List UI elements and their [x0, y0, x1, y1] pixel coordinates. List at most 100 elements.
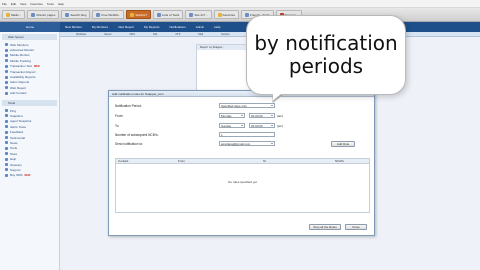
to-ampm: (pm) [277, 124, 284, 128]
callout-bubble: by notification periods [246, 15, 406, 95]
tool-icon [5, 136, 8, 140]
sidebar-item[interactable]: Buy SMS NEW [0, 173, 59, 178]
browser-tab[interactable]: Monitor pages [27, 10, 60, 19]
page-icon [6, 12, 10, 17]
subsequent-ncm-label: Number of subsequent NCM's: [115, 133, 159, 137]
page-icon [130, 12, 135, 17]
app-home-tab[interactable]: Home [0, 22, 60, 32]
notification-period-label: Notification Period: [115, 104, 142, 108]
empty-table-message: No rules specified yet [228, 180, 257, 184]
report-icon [5, 70, 8, 74]
to-day-select[interactable]: Sunday [219, 123, 245, 128]
add-rule-button[interactable]: Add Rule [331, 141, 355, 147]
menu-file[interactable]: File [2, 2, 7, 6]
column-header: NCM's [335, 159, 344, 163]
nav-my-reports[interactable]: My Reports [139, 25, 164, 29]
page-icon [189, 12, 194, 17]
new-badge: NEW [33, 64, 40, 68]
nav-help[interactable]: Help [209, 25, 225, 29]
subnav-item[interactable]: FTP [176, 33, 181, 36]
send-notification-select[interactable]: amaharaj@gmail.com [219, 141, 275, 146]
from-day-select[interactable]: Monday [219, 113, 245, 118]
subnav-item[interactable]: Custom [221, 33, 230, 36]
from-ampm: (am) [277, 114, 284, 118]
report-icon [5, 86, 8, 90]
page-icon [157, 12, 162, 17]
report-icon [5, 80, 8, 84]
browser-tab-strip: Mailin... Monitor pages Search blog Free… [0, 8, 480, 22]
report-icon [5, 75, 8, 79]
tool-icon [5, 152, 8, 156]
menu-edit[interactable]: Edit [11, 2, 16, 6]
tool-icon [5, 119, 8, 123]
stop-all-rules-button[interactable]: Stop all the Rules [309, 224, 341, 230]
page-icon [65, 12, 70, 17]
menu-view[interactable]: View [20, 2, 26, 6]
browser-tab[interactable]: Free WebMo.. [92, 10, 125, 19]
callout-line-2: periods [288, 54, 364, 78]
subnav-item[interactable]: Websites [76, 33, 86, 36]
rules-table: Contact From To NCM's No rules specified… [115, 158, 370, 213]
globe-icon [31, 12, 36, 17]
browser-tab[interactable]: Search blog [61, 10, 91, 19]
subnav-item[interactable]: Mail [198, 33, 203, 36]
mobile-icon [5, 59, 8, 63]
subnav-item[interactable]: DNS [130, 33, 135, 36]
rules-table-header: Contact From To NCM's [116, 159, 369, 164]
to-label: To: [115, 124, 120, 128]
from-label: From: [115, 114, 124, 118]
browser-tab-active[interactable]: Site24x7 [126, 10, 152, 19]
notification-rules-dialog: Add notification rules for Snapper_com ×… [108, 90, 375, 236]
to-time-select[interactable]: 02:00:00 [249, 123, 275, 128]
sidebar-item[interactable]: Add Contact [0, 91, 59, 96]
column-header: To [263, 159, 267, 163]
page-icon [245, 12, 249, 17]
new-badge: NEW [24, 173, 31, 177]
from-time-select[interactable]: 02:00:00 [249, 113, 275, 118]
nav-notifications[interactable]: Notifications [164, 25, 190, 29]
contact-icon [5, 91, 8, 95]
page-icon [96, 12, 101, 17]
menu-tools[interactable]: Tools [47, 2, 54, 6]
monitor-icon [5, 48, 8, 52]
star-icon [217, 12, 222, 17]
menu-favorites[interactable]: Favorites [30, 2, 42, 6]
subnav-item[interactable]: Server [104, 33, 111, 36]
monitor-icon [5, 43, 8, 47]
nav-admin[interactable]: Admin [191, 25, 210, 29]
browser-menu-bar: File Edit View Favorites Tools Help [0, 0, 480, 8]
tool-icon [5, 163, 8, 166]
nav-new-report[interactable]: New Report [113, 25, 139, 29]
dialog-title: Add notification rules for Snapper_com [112, 91, 164, 96]
tool-icon [5, 125, 8, 129]
sms-icon [5, 173, 8, 177]
tool-icon [5, 157, 8, 161]
browser-tab[interactable]: Mailin... [2, 10, 26, 19]
column-header: Contact [118, 159, 129, 163]
column-header: From [178, 159, 185, 163]
send-notification-label: Send notification to: [115, 142, 143, 146]
nav-new-monitor[interactable]: New Monitor [60, 25, 87, 29]
mobile-icon [5, 53, 8, 57]
nav-my-monitors[interactable]: My Monitors [87, 25, 113, 29]
app-nav-bar: Home New Monitor My Monitors New Report … [0, 22, 480, 32]
subnav-item[interactable]: SSL [153, 33, 158, 36]
subsequent-ncm-input[interactable]: 1 [219, 132, 275, 137]
tool-icon [5, 141, 8, 145]
tool-icon [5, 146, 8, 150]
browser-tab[interactable]: Lists of Tools [153, 10, 184, 19]
sidebar: Web Server Web Monitors Advanced Monitor… [0, 32, 60, 270]
tool-icon [5, 130, 8, 134]
callout-line-1: by notification [254, 31, 398, 55]
sidebar-section-title: Tools [2, 99, 57, 106]
transaction-icon [5, 64, 8, 68]
notification-period-select[interactable]: Specified days only [219, 103, 275, 108]
sidebar-section-title: Web Server [2, 34, 57, 40]
tool-icon [5, 168, 8, 172]
menu-help[interactable]: Help [58, 2, 64, 6]
close-button[interactable]: Close [345, 224, 367, 230]
browser-tab[interactable]: Site 4x7... [185, 10, 212, 19]
browser-tab[interactable]: Favorites [213, 10, 239, 19]
tool-icon [5, 114, 8, 118]
tool-icon [5, 109, 8, 113]
